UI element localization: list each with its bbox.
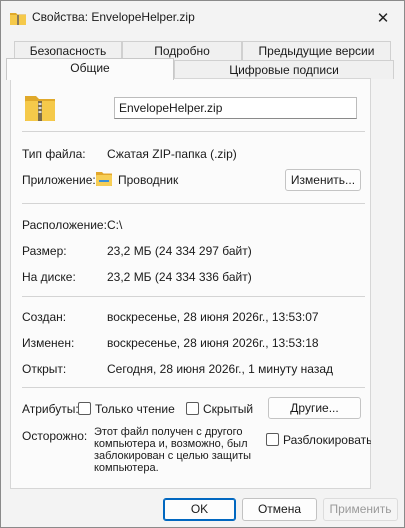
warning-line: компьютера и, возможно, был (94, 438, 248, 450)
unblock-label: Разблокировать (283, 433, 371, 447)
divider (22, 296, 365, 297)
tab-label: Безопасность (29, 44, 107, 58)
modified-label: Изменен: (22, 336, 75, 350)
location-value: C:\ (107, 218, 123, 232)
properties-window: Свойства: EnvelopeHelper.zip ✕ Безопасно… (0, 0, 405, 528)
size-on-disk-value: 23,2 МБ (24 334 336 байт) (107, 270, 252, 284)
ok-label: OK (190, 502, 209, 516)
attributes-label: Атрибуты: (22, 402, 79, 416)
size-value: 23,2 МБ (24 334 297 байт) (107, 244, 252, 258)
file-name-value: EnvelopeHelper.zip (119, 101, 223, 115)
file-name-input[interactable]: EnvelopeHelper.zip (114, 97, 357, 119)
security-warning-text: Этот файл получен с другого компьютера и… (94, 426, 264, 474)
hidden-checkbox[interactable] (186, 402, 199, 415)
zip-folder-icon (10, 13, 26, 25)
other-button-label: Другие... (290, 401, 339, 415)
app-value: Проводник (118, 173, 179, 187)
unblock-checkbox[interactable] (266, 433, 279, 446)
divider (22, 203, 365, 204)
file-type-label: Тип файла: (22, 147, 86, 161)
cancel-label: Отмена (257, 502, 302, 516)
unblock-label-container[interactable]: Разблокировать (283, 433, 371, 447)
warning-line: компьютера. (94, 462, 159, 474)
zip-folder-icon (25, 96, 55, 121)
location-label: Расположение: (22, 218, 107, 232)
readonly-checkbox[interactable] (78, 402, 91, 415)
warning-line: заблокирован с целью защиты (94, 450, 252, 462)
size-label: Размер: (22, 244, 67, 258)
cancel-button[interactable]: Отмена (242, 498, 317, 521)
ok-button[interactable]: OK (163, 498, 236, 521)
change-app-button[interactable]: Изменить... (285, 169, 361, 191)
tab-digital-signatures[interactable]: Цифровые подписи (174, 60, 394, 79)
app-label: Приложение: (22, 173, 96, 187)
caution-label: Осторожно: (22, 429, 88, 443)
tab-previous-versions[interactable]: Предыдущие версии (242, 41, 391, 61)
divider (22, 131, 365, 132)
created-value: воскресенье, 28 июня 2026г., 13:53:07 (107, 310, 319, 324)
tab-label: Общие (70, 61, 110, 75)
opened-value: Сегодня, 28 июня 2026г., 1 минуту назад (107, 362, 334, 376)
tab-general[interactable]: Общие (6, 58, 174, 80)
window-title: Свойства: EnvelopeHelper.zip (32, 10, 195, 24)
size-on-disk-label: На диске: (22, 270, 76, 284)
divider (22, 387, 365, 388)
opened-label: Открыт: (22, 362, 67, 376)
title-bar[interactable]: Свойства: EnvelopeHelper.zip ✕ (1, 1, 404, 35)
warning-line: Этот файл получен с другого (94, 426, 243, 438)
tab-label: Подробно (154, 44, 210, 58)
close-button[interactable]: ✕ (368, 5, 398, 31)
apply-label: Применить (329, 502, 392, 516)
tab-label: Цифровые подписи (229, 63, 339, 77)
explorer-folder-icon (96, 172, 112, 186)
tab-label: Предыдущие версии (258, 44, 375, 58)
close-icon: ✕ (376, 10, 390, 27)
change-button-label: Изменить... (290, 173, 356, 187)
general-panel: EnvelopeHelper.zip Тип файла: Сжатая ZIP… (10, 78, 371, 489)
file-type-value: Сжатая ZIP-папка (.zip) (107, 147, 237, 161)
readonly-label[interactable]: Только чтение (95, 402, 175, 416)
advanced-attributes-button[interactable]: Другие... (268, 397, 361, 419)
modified-value: воскресенье, 28 июня 2026г., 13:53:18 (107, 336, 319, 350)
apply-button[interactable]: Применить (323, 498, 398, 521)
hidden-label[interactable]: Скрытый (203, 402, 253, 416)
created-label: Создан: (22, 310, 67, 324)
